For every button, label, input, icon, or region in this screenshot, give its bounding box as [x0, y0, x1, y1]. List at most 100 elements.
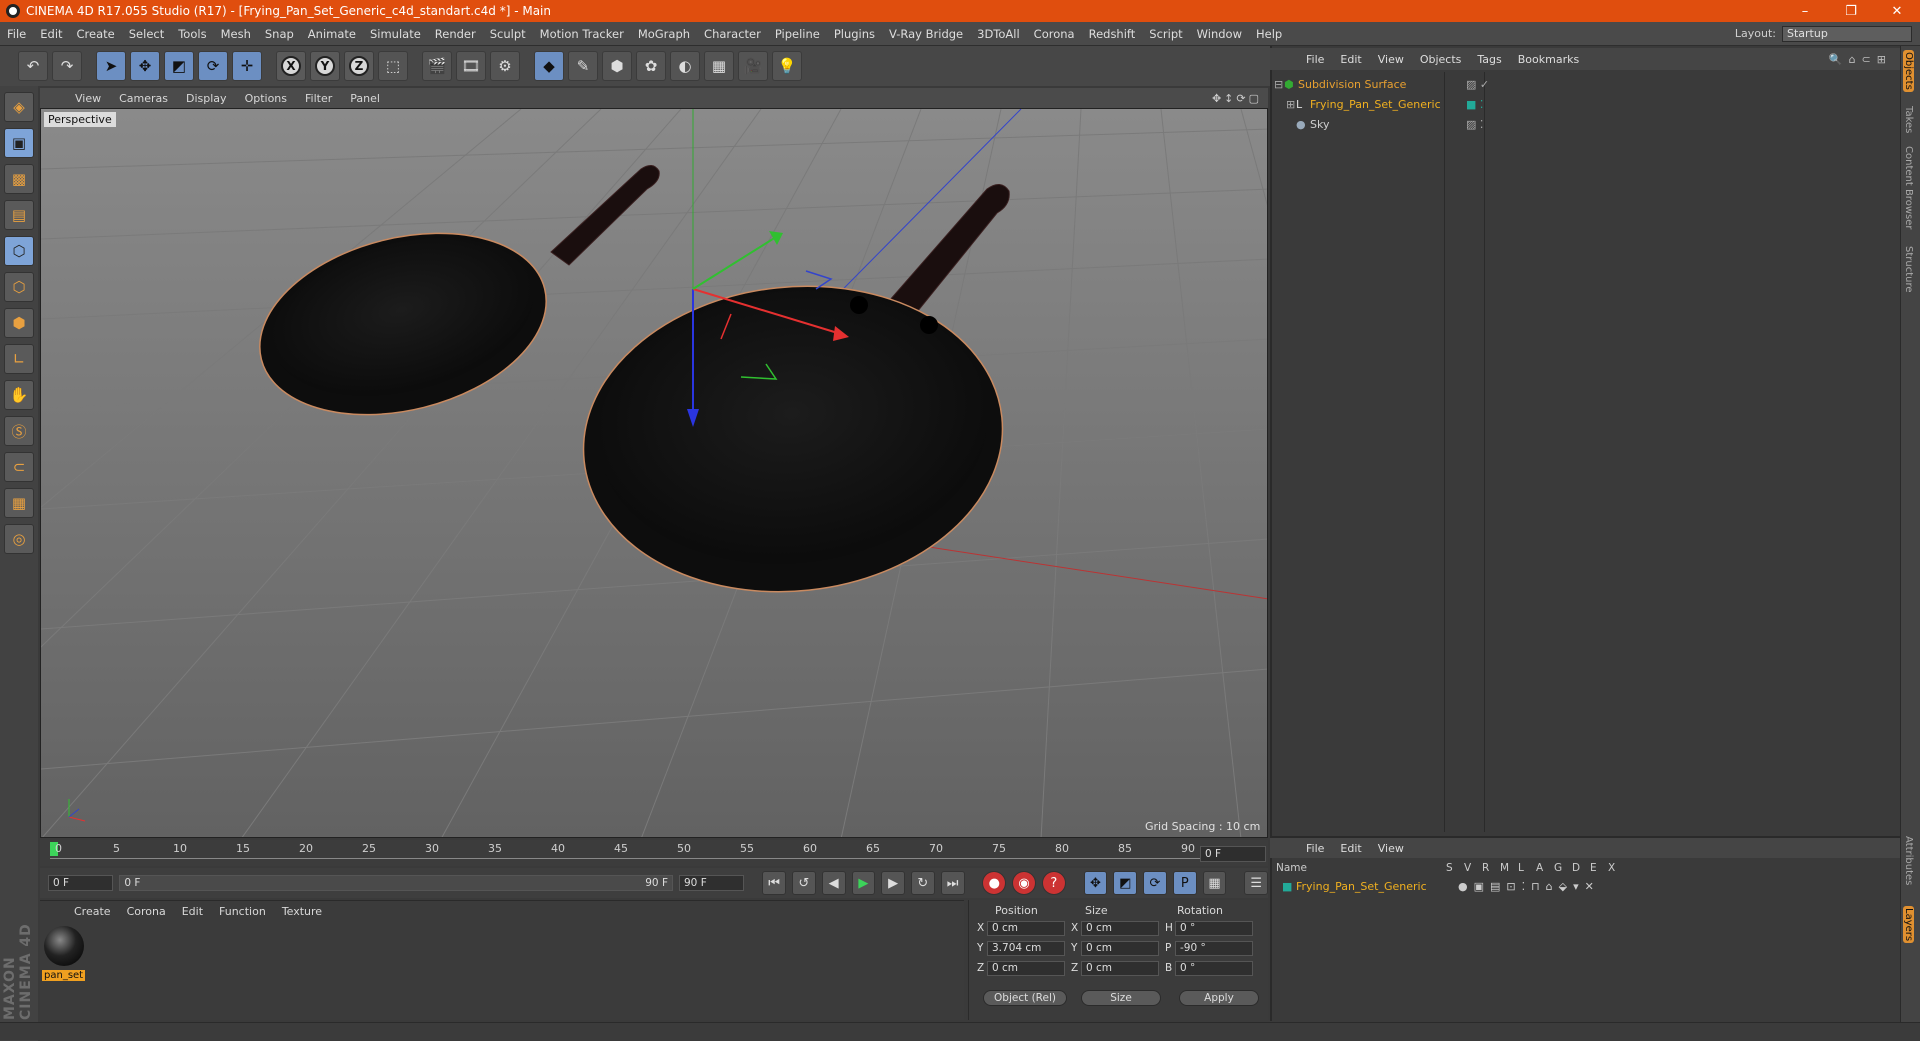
timeline-window-icon[interactable]: ☰ [1244, 871, 1269, 895]
pen-spline-icon[interactable]: ✎ [568, 51, 598, 81]
next-key-icon[interactable]: ↻ [911, 871, 935, 895]
tab-attributes[interactable]: Attributes [1903, 836, 1914, 885]
coordinate-system-icon[interactable]: ⬚ [378, 51, 408, 81]
key-parameter-icon[interactable]: P [1172, 871, 1197, 895]
next-frame-icon[interactable]: ▶ [881, 871, 905, 895]
make-editable-icon[interactable]: ◈ [4, 92, 34, 122]
autokey-icon[interactable]: ◉ [1012, 871, 1036, 895]
menu-snap[interactable]: Snap [258, 27, 301, 41]
collapse-icon[interactable]: ⊟ [1274, 78, 1284, 91]
axis-mode-icon[interactable]: ∟ [4, 344, 34, 374]
layer-color-icon[interactable]: ■ [1282, 880, 1296, 893]
lm-menu-view[interactable]: View [1370, 842, 1412, 855]
om-search-home-icons[interactable]: 🔍⌂⊂⊞ [1821, 53, 1900, 66]
x-axis-lock-icon[interactable]: X [276, 51, 306, 81]
object-name[interactable]: Subdivision Surface [1298, 78, 1460, 91]
material-name-label[interactable]: pan_set [42, 970, 86, 981]
menu-motion-tracker[interactable]: Motion Tracker [533, 27, 631, 41]
menu-sculpt[interactable]: Sculpt [483, 27, 533, 41]
size-z-field[interactable]: 0 cm [1081, 961, 1159, 976]
polygons-mode-icon[interactable]: ⬢ [4, 308, 34, 338]
pos-z-field[interactable]: 0 cm [987, 961, 1065, 976]
workplane-mode-icon[interactable]: ▤ [4, 200, 34, 230]
menu-character[interactable]: Character [697, 27, 768, 41]
layout-dropdown[interactable]: Startup [1782, 25, 1912, 42]
rotate-tool-icon[interactable]: ⟳ [198, 51, 228, 81]
solo-mode-icon[interactable]: Ⓢ [4, 416, 34, 446]
perspective-viewport[interactable] [40, 108, 1268, 838]
viewport-menu-options[interactable]: Options [236, 92, 296, 105]
size-x-field[interactable]: 0 cm [1081, 921, 1159, 936]
menu-create[interactable]: Create [70, 27, 122, 41]
viewport-camera-label[interactable]: Perspective [44, 112, 116, 127]
key-pla-icon[interactable]: ▦ [1202, 871, 1227, 895]
menu-simulate[interactable]: Simulate [363, 27, 428, 41]
object-row-frying-pan[interactable]: ⊞ L Frying_Pan_Set_Generic ■ ⁚ [1274, 94, 1894, 114]
material-menu-edit[interactable]: Edit [174, 905, 211, 918]
viewport-menu-cameras[interactable]: Cameras [110, 92, 177, 105]
menu-edit[interactable]: Edit [33, 27, 69, 41]
om-menu-objects[interactable]: Objects [1412, 53, 1470, 66]
tab-objects[interactable]: Objects [1903, 50, 1914, 92]
pos-y-field[interactable]: 3.704 cm [987, 941, 1065, 956]
tweak-mode-icon[interactable]: ✋ [4, 380, 34, 410]
subdivision-icon[interactable]: ⬢ [602, 51, 632, 81]
tab-structure[interactable]: Structure [1903, 246, 1914, 293]
layer-tag-icon[interactable]: ■ ⁚ [1466, 98, 1483, 111]
material-menu-function[interactable]: Function [211, 905, 274, 918]
key-position-icon[interactable]: ✥ [1083, 871, 1108, 895]
tab-layers[interactable]: Layers [1903, 906, 1914, 944]
menu-3dtoall[interactable]: 3DToAll [970, 27, 1027, 41]
menu-help[interactable]: Help [1249, 27, 1289, 41]
size-mode-dropdown[interactable]: Size [1081, 990, 1161, 1006]
lm-menu-file[interactable]: File [1298, 842, 1332, 855]
current-frame-field[interactable]: 0 F [1200, 846, 1266, 862]
edges-mode-icon[interactable]: ⬡ [4, 272, 34, 302]
viewport-menu-panel[interactable]: Panel [341, 92, 389, 105]
menu-file[interactable]: File [0, 27, 33, 41]
object-row-subdivision[interactable]: ⊟ ⬢ Subdivision Surface ▨ ✓ [1274, 74, 1894, 94]
menu-pipeline[interactable]: Pipeline [768, 27, 827, 41]
viewport-menu-view[interactable]: View [66, 92, 110, 105]
menu-animate[interactable]: Animate [301, 27, 363, 41]
deformer-icon[interactable]: ◐ [670, 51, 700, 81]
coordinate-mode-dropdown[interactable]: Object (Rel) [983, 990, 1067, 1006]
rot-h-field[interactable]: 0 ° [1175, 921, 1253, 936]
rot-p-field[interactable]: -90 ° [1175, 941, 1253, 956]
planar-workplane-icon[interactable]: ◎ [4, 524, 34, 554]
z-axis-lock-icon[interactable]: Z [344, 51, 374, 81]
move-tool-icon[interactable]: ✥ [130, 51, 160, 81]
y-axis-lock-icon[interactable]: Y [310, 51, 340, 81]
om-menu-view[interactable]: View [1370, 53, 1412, 66]
menu-select[interactable]: Select [122, 27, 171, 41]
model-mode-icon[interactable]: ▣ [4, 128, 34, 158]
frame-range-slider[interactable]: 0 F 90 F [119, 875, 673, 891]
previous-key-icon[interactable]: ↺ [792, 871, 816, 895]
minimize-button[interactable]: – [1782, 4, 1828, 19]
maximize-button[interactable]: ❐ [1828, 4, 1874, 19]
viewport-navigation-icons[interactable]: ✥↕⟳▢ [1212, 92, 1268, 105]
pos-x-field[interactable]: 0 cm [987, 921, 1065, 936]
menu-plugins[interactable]: Plugins [827, 27, 882, 41]
menu-corona[interactable]: Corona [1027, 27, 1082, 41]
menu-window[interactable]: Window [1190, 27, 1249, 41]
close-button[interactable]: ✕ [1874, 4, 1920, 19]
menu-redshift[interactable]: Redshift [1082, 27, 1143, 41]
viewport-menu-filter[interactable]: Filter [296, 92, 341, 105]
keyframe-selection-icon[interactable]: ? [1041, 871, 1066, 895]
material-menu-create[interactable]: Create [66, 905, 119, 918]
key-rotation-icon[interactable]: ⟳ [1143, 871, 1167, 895]
play-icon[interactable]: ▶ [851, 871, 876, 895]
texture-mode-icon[interactable]: ▩ [4, 164, 34, 194]
points-mode-icon[interactable]: ⬡ [4, 236, 34, 266]
layer-name[interactable]: Frying_Pan_Set_Generic [1296, 880, 1458, 893]
om-menu-file[interactable]: File [1298, 53, 1332, 66]
layer-flag-icons[interactable]: ●▣▤⊡⁚⊓⌂⬙▾✕ [1458, 880, 1600, 893]
select-pointer-icon[interactable]: ➤ [96, 51, 126, 81]
om-menu-tags[interactable]: Tags [1469, 53, 1509, 66]
size-y-field[interactable]: 0 cm [1081, 941, 1159, 956]
material-preview-swatch[interactable] [44, 926, 84, 966]
expand-icon[interactable]: ⊞ [1286, 98, 1296, 111]
material-menu-corona[interactable]: Corona [119, 905, 174, 918]
lm-menu-edit[interactable]: Edit [1332, 842, 1369, 855]
